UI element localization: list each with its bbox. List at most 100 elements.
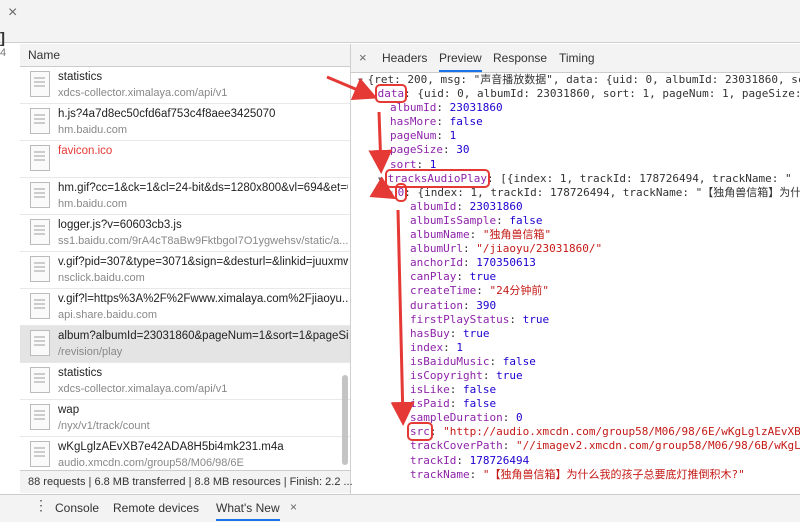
drawer-tab-remote-devices[interactable]: Remote devices	[113, 501, 199, 515]
json-line[interactable]: pageNum: 1	[358, 129, 800, 143]
json-line[interactable]: albumIsSample: false	[358, 214, 800, 228]
request-row[interactable]: favicon.ico	[20, 141, 350, 178]
json-value: :	[429, 425, 444, 439]
request-name: wKgLglzAEvXB7e42ADA8H5bi4mk231.m4a	[58, 441, 284, 453]
request-list-header[interactable]: Name	[20, 44, 350, 67]
request-row[interactable]: statistics xdcs-collector.ximalaya.com/ap…	[20, 67, 350, 104]
expand-triangle-icon[interactable]: ▼	[358, 76, 368, 85]
json-value: "【独角兽信箱】为什么我的孩子总要底灯推倒积木?"	[482, 467, 745, 481]
json-value: false	[449, 115, 483, 129]
expand-triangle-icon[interactable]: ▼	[388, 189, 398, 198]
json-line[interactable]: canPlay: true	[358, 270, 800, 284]
request-path: /revision/play	[58, 346, 123, 358]
json-key: trackCoverPath	[410, 439, 503, 453]
json-key: albumUrl	[410, 242, 463, 256]
json-line[interactable]: createTime: "24分钟前"	[358, 284, 800, 298]
json-line[interactable]: sort: 1	[358, 158, 800, 172]
panel-divider[interactable]	[350, 44, 351, 494]
json-line[interactable]: albumId: 23031860	[358, 200, 800, 214]
request-row[interactable]: h.js?4a7d8ec50cfd6af753c4f8aee3425070 hm.…	[20, 104, 350, 141]
json-key: createTime	[410, 284, 477, 298]
request-row[interactable]: album?albumId=23031860&pageNum=1&sort=1&…	[20, 326, 350, 363]
json-key: src	[407, 422, 433, 442]
json-key: isCopyright	[410, 368, 483, 382]
json-line[interactable]: anchorId: 170350613	[358, 256, 800, 270]
json-value: 1	[449, 129, 457, 143]
json-key: hasBuy	[410, 326, 450, 340]
file-icon	[30, 182, 50, 208]
json-line[interactable]: ▼ tracksAudioPlay: [{index: 1, trackId: …	[358, 168, 800, 188]
close-devtools-icon[interactable]: ×	[8, 4, 17, 22]
request-row[interactable]: v.gif?l=https%3A%2F%2Fwww.ximalaya.com%2…	[20, 289, 350, 326]
json-value: :	[416, 157, 430, 171]
json-line[interactable]: albumUrl: "/jiaoyu/23031860/"	[358, 242, 800, 256]
expand-triangle-icon[interactable]: ▼	[368, 90, 378, 99]
request-row[interactable]: logger.js?v=60603cb3.js ss1.baidu.com/9rA…	[20, 215, 350, 252]
json-line[interactable]: hasBuy: true	[358, 327, 800, 341]
json-value: :	[443, 340, 457, 354]
json-key: pageSize	[390, 143, 443, 157]
request-row[interactable]: wap/nyx/v1/track/count	[20, 400, 350, 437]
json-value: :	[476, 284, 490, 298]
expand-triangle-icon[interactable]: ▼	[378, 175, 388, 184]
json-key: albumId	[390, 101, 437, 115]
request-list[interactable]: statistics xdcs-collector.ximalaya.com/ap…	[20, 67, 350, 469]
json-preview-tree[interactable]: ▼ {ret: 200, msg: "声音播放数据", data: {uid: …	[358, 73, 800, 483]
request-list-scrollbar[interactable]	[342, 375, 348, 465]
json-line[interactable]: isBaiduMusic: false	[358, 355, 800, 369]
request-name: statistics	[58, 71, 103, 83]
json-line[interactable]: isLike: false	[358, 383, 800, 397]
json-key: duration	[410, 298, 463, 312]
json-line[interactable]: sampleDuration: 0	[358, 411, 800, 425]
json-line[interactable]: trackCoverPath: "//imagev2.xmcdn.com/gro…	[358, 439, 800, 453]
json-value: true	[469, 270, 497, 284]
json-value: false	[463, 383, 497, 397]
file-icon	[30, 367, 50, 393]
json-key: albumIsSample	[410, 213, 497, 227]
request-row[interactable]: hm.gif?cc=1&ck=1&cl=24-bit&ds=1280x800&v…	[20, 178, 350, 215]
json-line[interactable]: ▼ 0: {index: 1, trackId: 178726494, trac…	[358, 182, 800, 202]
json-line[interactable]: index: 1	[358, 341, 800, 355]
json-line[interactable]: hasMore: false	[358, 115, 800, 129]
name-column-header[interactable]: Name	[28, 48, 60, 62]
json-line[interactable]: firstPlayStatus: true	[358, 313, 800, 327]
close-detail-icon[interactable]: ×	[359, 50, 367, 65]
json-value: "独角兽信箱"	[482, 228, 552, 242]
json-value: : [{index: 1, trackId: 178726494, trackN…	[486, 171, 800, 185]
close-drawer-tab-icon[interactable]: ×	[290, 500, 297, 514]
json-line[interactable]: ▼ {ret: 200, msg: "声音播放数据", data: {uid: …	[358, 73, 800, 87]
json-value: :	[456, 199, 470, 213]
json-value: :	[436, 115, 450, 129]
request-row[interactable]: v.gif?pid=307&type=3071&sign=&desturl=&l…	[20, 252, 350, 289]
drawer-menu-icon[interactable]: ⋮	[34, 497, 48, 514]
request-row[interactable]: statistics xdcs-collector.ximalaya.com/ap…	[20, 363, 350, 400]
request-summary-text: 88 requests | 6.8 MB transferred | 8.8 M…	[28, 476, 353, 488]
tab-headers[interactable]: Headers	[382, 51, 427, 65]
json-line[interactable]: trackName: "【独角兽信箱】为什么我的孩子总要底灯推倒积木?"	[358, 468, 800, 482]
json-line[interactable]: ▼ data: {uid: 0, albumId: 23031860, sort…	[358, 84, 800, 104]
json-value: false	[509, 213, 543, 227]
json-line[interactable]: isCopyright: true	[358, 369, 800, 383]
request-name: statistics	[58, 367, 103, 379]
drawer-tab-console[interactable]: Console	[55, 501, 99, 515]
json-key: firstPlayStatus	[410, 312, 510, 326]
json-key: index	[410, 340, 444, 354]
tab-timing[interactable]: Timing	[559, 51, 595, 65]
json-line[interactable]: albumName: "独角兽信箱"	[358, 228, 800, 242]
json-line[interactable]: trackId: 178726494	[358, 454, 800, 468]
json-value: 1	[456, 340, 463, 354]
json-value: 1	[429, 157, 437, 171]
request-row[interactable]: wKgLglzAEvXB7e42ADA8H5bi4mk231.m4a audio.…	[20, 437, 350, 469]
tab-response[interactable]: Response	[493, 51, 547, 65]
json-value: 178726494	[469, 453, 530, 467]
json-line[interactable]: pageSize: 30	[358, 143, 800, 157]
request-name: favicon.ico	[58, 145, 113, 157]
json-value: :	[482, 368, 497, 382]
request-path: ss1.baidu.com/9rA4cT8aBw9FktbgoI7O1ygweh…	[58, 235, 348, 247]
json-line[interactable]: albumId: 23031860	[358, 101, 800, 115]
json-line[interactable]: duration: 390	[358, 299, 800, 313]
json-line[interactable]: src: "http://audio.xmcdn.com/group58/M06…	[358, 422, 800, 442]
drawer-tab-whats-new[interactable]: What's New	[216, 501, 280, 521]
json-line[interactable]: isPaid: false	[358, 397, 800, 411]
tab-preview[interactable]: Preview	[439, 51, 482, 72]
